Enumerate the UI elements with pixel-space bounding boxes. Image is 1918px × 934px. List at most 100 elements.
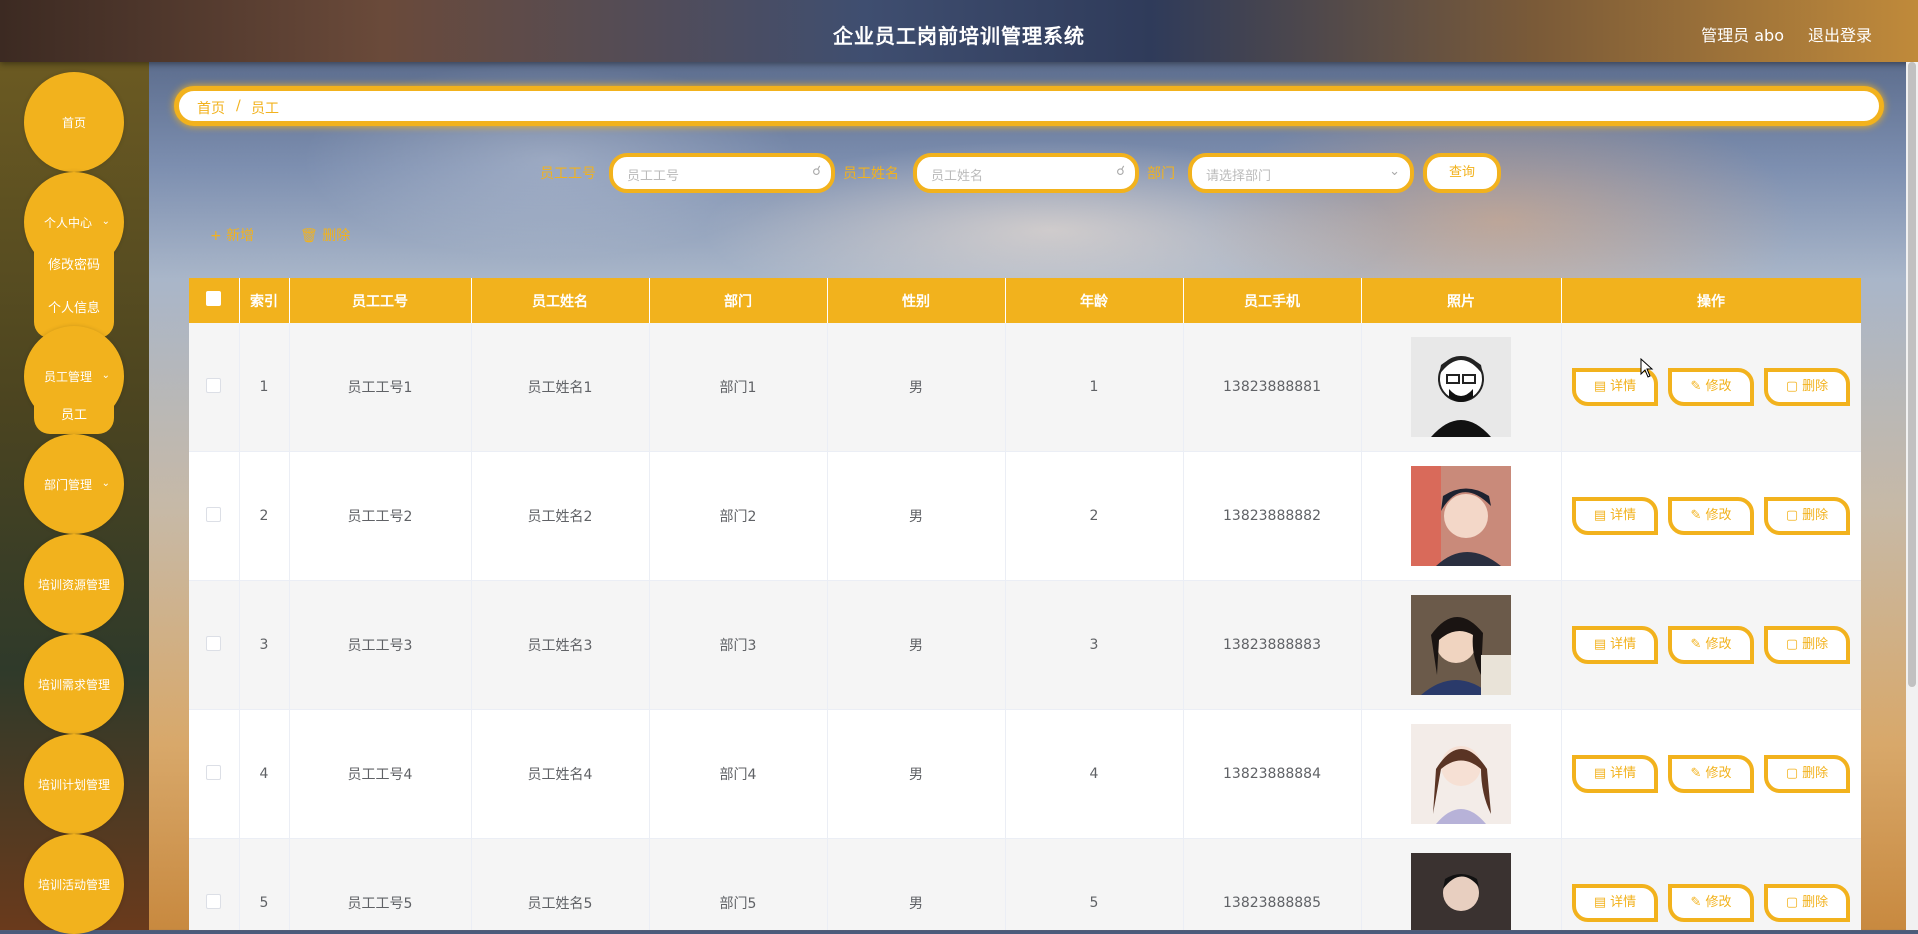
- employee-name-label: 员工姓名: [843, 166, 899, 182]
- sidebar-item-training-activities[interactable]: 培训活动管理: [24, 834, 124, 934]
- column-header: 操作: [1561, 278, 1861, 323]
- trash-icon: ▢: [1785, 379, 1799, 394]
- sidebar-item-label: 培训资源管理: [37, 577, 110, 592]
- sidebar-item-employee[interactable]: 员工: [34, 404, 114, 423]
- detail-button[interactable]: ▤ 详情: [1572, 497, 1658, 535]
- sidebar-item-training-plans[interactable]: 培训计划管理: [24, 734, 124, 834]
- submenu-employee-management: 员工: [34, 392, 114, 434]
- delete-label: 删除: [322, 228, 351, 244]
- edit-button[interactable]: ✎ 修改: [1668, 497, 1754, 535]
- trash-icon: 🗑: [300, 228, 323, 244]
- page-scrollbar[interactable]: [1906, 62, 1918, 930]
- breadcrumb-home[interactable]: 首页: [197, 98, 225, 118]
- breadcrumb-separator: /: [236, 98, 241, 114]
- row-checkbox[interactable]: [206, 635, 222, 651]
- employee-name-placeholder: 员工姓名: [931, 169, 984, 184]
- employee-photo: [1411, 466, 1511, 566]
- cell-department: 部门1: [649, 323, 828, 452]
- top-header: 企业员工岗前培训管理系统 管理员 abo 退出登录: [0, 0, 1918, 62]
- delete-label: 删除: [1802, 508, 1829, 523]
- sidebar-item-training-needs[interactable]: 培训需求管理: [24, 634, 124, 734]
- pencil-icon: ✎: [1690, 508, 1702, 523]
- detail-label: 详情: [1610, 637, 1637, 652]
- batch-delete-button[interactable]: 🗑 删除: [300, 225, 350, 245]
- query-button[interactable]: 查询: [1423, 153, 1501, 193]
- column-header: 员工工号: [289, 278, 472, 323]
- sidebar-item-training-resources[interactable]: 培训资源管理: [24, 534, 124, 634]
- cell-department: 部门5: [649, 838, 828, 930]
- select-all-checkbox[interactable]: [206, 291, 222, 306]
- employee-photo: [1411, 337, 1511, 437]
- trash-icon: ▢: [1785, 766, 1799, 781]
- sidebar-item-label: 部门管理: [44, 477, 93, 492]
- row-checkbox[interactable]: [206, 893, 222, 909]
- delete-label: 删除: [1802, 766, 1829, 781]
- edit-button[interactable]: ✎ 修改: [1668, 368, 1754, 406]
- employee-name-input[interactable]: 员工姓名 ☌: [913, 153, 1139, 193]
- row-actions: ▤ 详情 ✎ 修改 ▢ 删除: [1563, 368, 1860, 406]
- delete-label: 删除: [1802, 637, 1829, 652]
- row-actions: ▤ 详情 ✎ 修改 ▢ 删除: [1563, 884, 1860, 922]
- edit-button[interactable]: ✎ 修改: [1668, 626, 1754, 664]
- detail-button[interactable]: ▤ 详情: [1572, 626, 1658, 664]
- row-checkbox[interactable]: [206, 764, 222, 780]
- cell-gender: 男: [827, 580, 1006, 710]
- column-header: 年龄: [1005, 278, 1184, 323]
- chevron-down-icon: ⌄: [1389, 164, 1400, 179]
- row-checkbox[interactable]: [206, 506, 222, 522]
- delete-button[interactable]: ▢ 删除: [1764, 626, 1850, 664]
- add-button[interactable]: + 新增: [210, 225, 254, 245]
- row-checkbox[interactable]: [206, 377, 222, 393]
- row-actions: ▤ 详情 ✎ 修改 ▢ 删除: [1563, 497, 1860, 535]
- delete-button[interactable]: ▢ 删除: [1764, 368, 1850, 406]
- cell-employee-no: 员工工号5: [289, 838, 472, 930]
- sidebar-item-label: 首页: [61, 115, 86, 130]
- cell-gender: 男: [827, 709, 1006, 839]
- delete-button[interactable]: ▢ 删除: [1764, 884, 1850, 922]
- cell-gender: 男: [827, 451, 1006, 581]
- edit-button[interactable]: ✎ 修改: [1668, 884, 1754, 922]
- delete-button[interactable]: ▢ 删除: [1764, 755, 1850, 793]
- row-actions: ▤ 详情 ✎ 修改 ▢ 删除: [1563, 755, 1860, 793]
- sidebar-item-profile[interactable]: 个人信息: [34, 297, 114, 316]
- column-header: 部门: [649, 278, 828, 323]
- sidebar-item-label: 培训活动管理: [37, 877, 110, 892]
- edit-label: 修改: [1705, 766, 1732, 781]
- cell-employee-name: 员工姓名3: [471, 580, 650, 710]
- document-icon: ▤: [1593, 637, 1607, 652]
- row-actions: ▤ 详情 ✎ 修改 ▢ 删除: [1563, 626, 1860, 664]
- edit-label: 修改: [1705, 508, 1732, 523]
- document-icon: ▤: [1593, 379, 1607, 394]
- search-icon: ☌: [1116, 164, 1125, 179]
- delete-button[interactable]: ▢ 删除: [1764, 497, 1850, 535]
- cell-age: 5: [1005, 838, 1184, 930]
- delete-label: 删除: [1802, 379, 1829, 394]
- column-header: 员工手机: [1183, 278, 1362, 323]
- submenu-personal-center: 修改密码 个人信息: [34, 242, 114, 338]
- table-row: 5 员工工号5 员工姓名5 部门5 男 5 13823888885 ▤ 详情 ✎ 修…: [189, 838, 1861, 930]
- cell-index: 2: [239, 451, 290, 581]
- employee-no-input[interactable]: 员工工号 ☌: [609, 153, 835, 193]
- department-select[interactable]: 请选择部门 ⌄: [1188, 153, 1414, 193]
- cell-employee-name: 员工姓名5: [471, 838, 650, 930]
- logout-link[interactable]: 退出登录: [1808, 22, 1872, 46]
- sidebar-item-home[interactable]: 首页: [24, 72, 124, 172]
- employee-photo: [1411, 853, 1511, 930]
- detail-label: 详情: [1610, 508, 1637, 523]
- mouse-cursor-icon: [1640, 358, 1654, 378]
- sidebar-item-change-password[interactable]: 修改密码: [34, 254, 114, 273]
- cell-phone: 13823888881: [1183, 323, 1362, 452]
- detail-button[interactable]: ▤ 详情: [1572, 884, 1658, 922]
- cell-age: 4: [1005, 709, 1184, 839]
- cell-phone: 13823888884: [1183, 709, 1362, 839]
- scrollbar-thumb[interactable]: [1908, 62, 1916, 687]
- pencil-icon: ✎: [1690, 766, 1702, 781]
- sidebar-item-department-management[interactable]: 部门管理 ⌄: [24, 434, 124, 534]
- search-icon: ☌: [812, 164, 821, 179]
- table-row: 4 员工工号4 员工姓名4 部门4 男 4 13823888884 ▤ 详情 ✎ 修…: [189, 709, 1861, 839]
- sidebar: 首页 个人中心 ⌄ 修改密码 个人信息 员工管理 ⌄ 员工 部门管理 ⌄ 培训资…: [0, 62, 149, 934]
- edit-button[interactable]: ✎ 修改: [1668, 755, 1754, 793]
- edit-label: 修改: [1705, 637, 1732, 652]
- current-user: 管理员 abo: [1701, 26, 1784, 45]
- detail-button[interactable]: ▤ 详情: [1572, 755, 1658, 793]
